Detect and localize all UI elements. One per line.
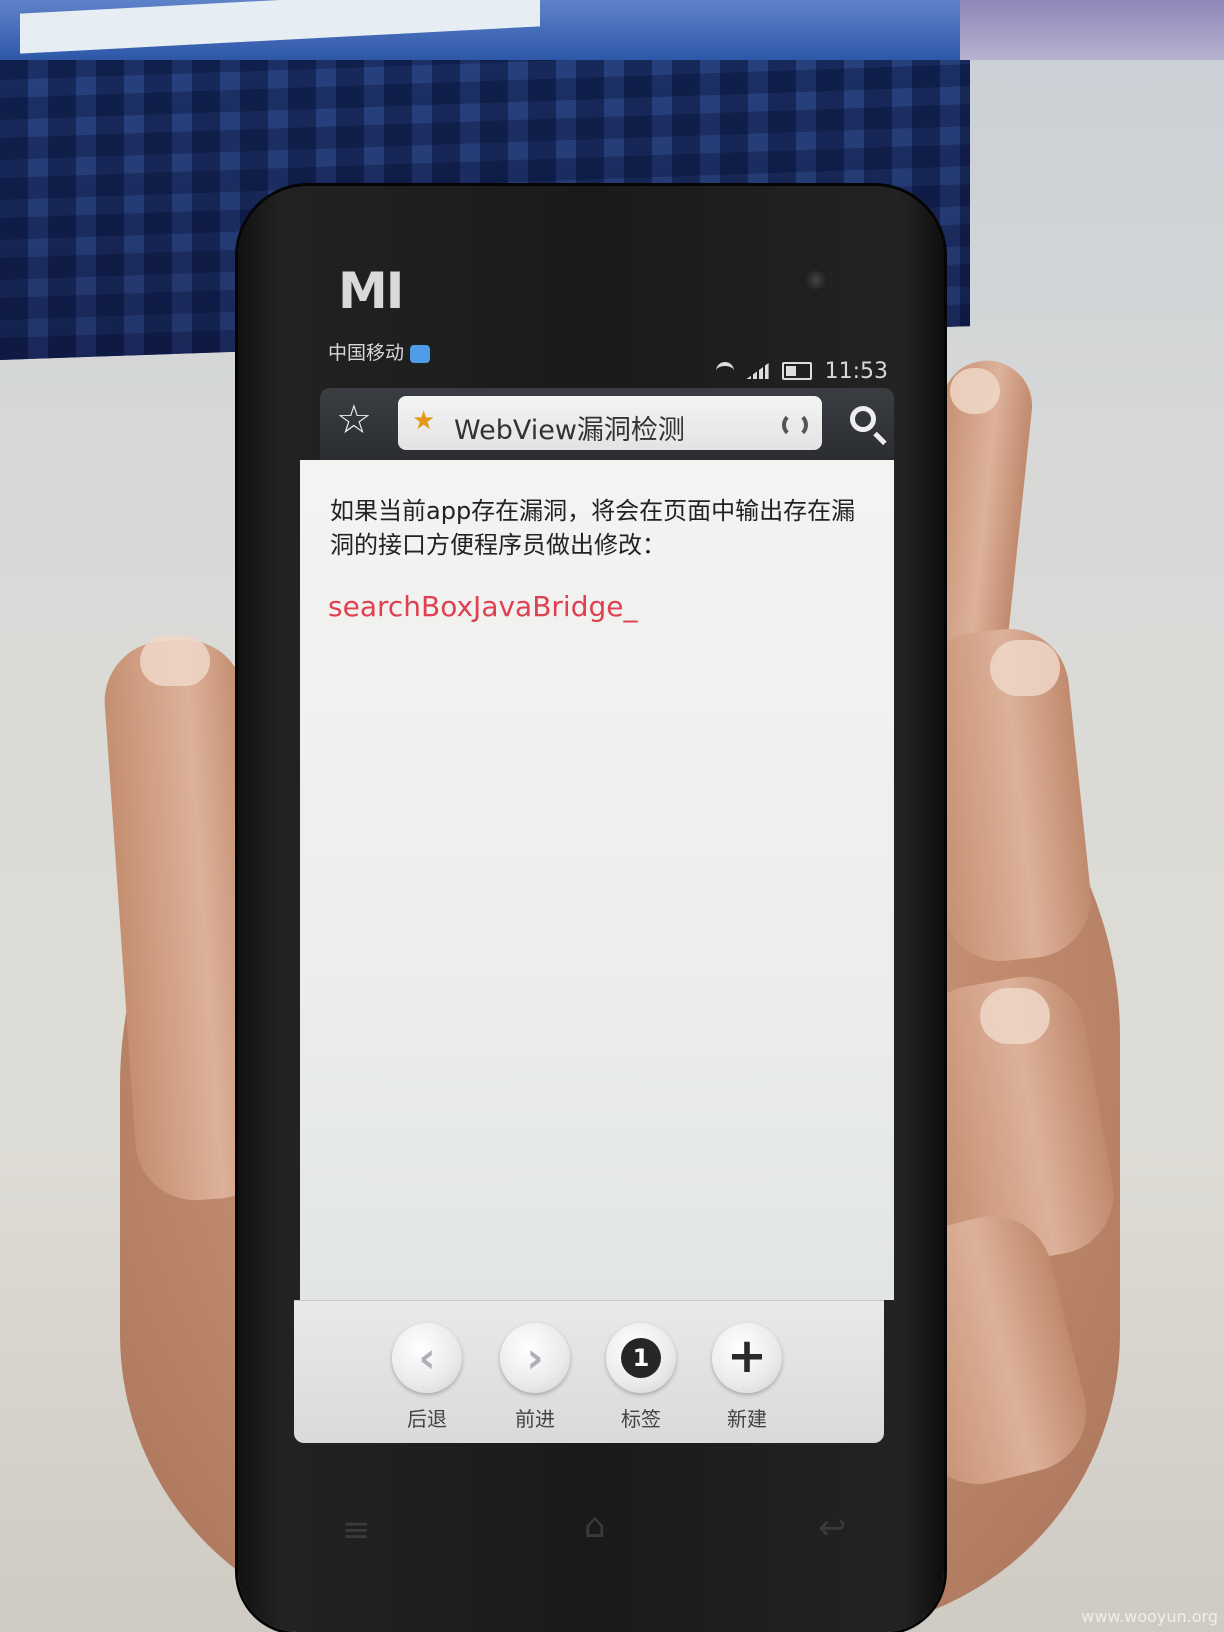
favorite-star-icon[interactable]: ☆ [336, 400, 372, 440]
new-label: 新建 [727, 1407, 767, 1431]
browser-bottom-bar: ‹ 后退 › 前进 1 标签 + 新建 [294, 1300, 884, 1443]
intro-text: 如果当前app存在漏洞，将会在页面中输出存在漏洞的接口方便程序员做出修改： [330, 497, 856, 559]
back-chevron-icon: ‹ [418, 1333, 436, 1382]
battery-icon [781, 362, 812, 380]
url-bar[interactable]: ★ WebView漏洞检测 [398, 396, 822, 450]
tab-count-icon: 1 [621, 1338, 661, 1378]
thumb-nail [140, 636, 210, 686]
home-key-icon[interactable]: ⌂ [584, 1506, 606, 1546]
web-content: 如果当前app存在漏洞，将会在页面中输出存在漏洞的接口方便程序员做出修改： se… [300, 460, 894, 1300]
menu-key-icon[interactable]: ≡ [342, 1510, 371, 1550]
vulnerable-interface-name: searchBoxJavaBridge_ [328, 590, 638, 623]
clock: 11:53 [824, 358, 888, 384]
back-key-icon[interactable]: ↩ [818, 1508, 847, 1548]
front-camera [804, 268, 828, 292]
page-title: WebView漏洞检测 [454, 415, 685, 446]
browser-toolbar: ☆ ★ WebView漏洞检测 [320, 388, 894, 460]
brand-logo: MI [338, 262, 404, 320]
forward-chevron-icon: › [526, 1333, 544, 1382]
plus-icon: + [726, 1328, 768, 1384]
background-object [960, 0, 1224, 60]
forward-button[interactable]: › [500, 1323, 570, 1393]
carrier-name: 中国移动 [328, 342, 405, 364]
new-tab-button[interactable]: + [712, 1323, 782, 1393]
watermark: www.wooyun.org [1081, 1607, 1218, 1626]
notification-icon [410, 344, 431, 363]
finger-nail-3 [980, 988, 1050, 1044]
carrier: 中国移动 [328, 338, 431, 365]
signal-icon [746, 363, 769, 379]
forward-label: 前进 [515, 1407, 555, 1431]
url-star-icon: ★ [412, 406, 436, 436]
refresh-icon[interactable] [782, 412, 808, 438]
search-icon[interactable] [850, 406, 876, 432]
tabs-label: 标签 [621, 1407, 661, 1431]
back-button[interactable]: ‹ [392, 1323, 462, 1393]
status-bar: 中国移动 11:53 [328, 338, 888, 388]
wifi-icon [715, 362, 734, 380]
status-right: 11:53 [710, 358, 888, 384]
tabs-button[interactable]: 1 [606, 1323, 676, 1393]
back-label: 后退 [407, 1407, 447, 1431]
finger-nail-1 [950, 368, 1000, 414]
finger-nail-2 [990, 640, 1060, 696]
